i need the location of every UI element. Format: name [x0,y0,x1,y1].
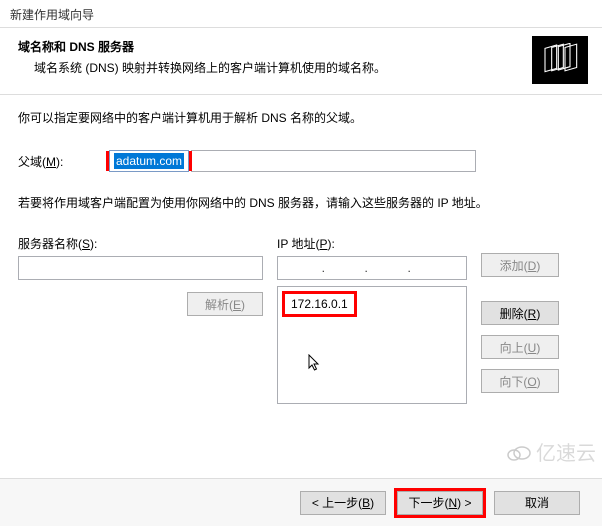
down-button: 向下(O) [481,369,559,393]
wizard-footer: < 上一步(B) 下一步(N) > 取消 [0,478,602,526]
watermark: 亿速云 [506,437,596,466]
parent-domain-input-rest[interactable] [191,150,476,172]
remove-button[interactable]: 删除(R) [481,301,559,325]
scope-banner-icon [532,36,588,84]
intro-text: 你可以指定要网络中的客户端计算机用于解析 DNS 名称的父域。 [18,109,584,126]
ip-seg-3[interactable] [368,261,408,275]
ip-list-item[interactable]: 172.16.0.1 [282,291,357,317]
cancel-button[interactable]: 取消 [494,491,580,515]
server-name-input[interactable] [18,256,263,280]
wizard-header: 域名称和 DNS 服务器 域名系统 (DNS) 映射并转换网络上的客户端计算机使… [0,28,602,94]
window-title: 新建作用域向导 [0,0,602,28]
ip-seg-2[interactable] [325,261,365,275]
parent-domain-highlight: adatum.com [106,151,192,171]
server-name-label: 服务器名称(S): [18,235,263,252]
parent-domain-row: 父域(M): adatum.com [18,150,584,172]
wizard-body: 你可以指定要网络中的客户端计算机用于解析 DNS 名称的父域。 父域(M): a… [0,95,602,404]
ip-seg-4[interactable] [411,261,451,275]
dns-note: 若要将作用域客户端配置为使用你网络中的 DNS 服务器，请输入这些服务器的 IP… [18,194,584,211]
back-button[interactable]: < 上一步(B) [300,491,386,515]
ip-seg-1[interactable] [282,261,322,275]
header-title: 域名称和 DNS 服务器 [18,38,584,55]
next-button[interactable]: 下一步(N) > [397,491,483,515]
header-subtitle: 域名系统 (DNS) 映射并转换网络上的客户端计算机使用的域名称。 [34,59,584,76]
parent-domain-input[interactable]: adatum.com [109,150,189,172]
resolve-button: 解析(E) [187,292,263,316]
ip-address-label: IP 地址(P): [277,235,467,252]
ip-address-list[interactable]: 172.16.0.1 [277,286,467,404]
up-button: 向上(U) [481,335,559,359]
ip-address-input[interactable]: . . . [277,256,467,280]
parent-domain-label: 父域(M): [18,153,106,170]
add-button: 添加(D) [481,253,559,277]
next-button-highlight: 下一步(N) > [394,488,486,518]
